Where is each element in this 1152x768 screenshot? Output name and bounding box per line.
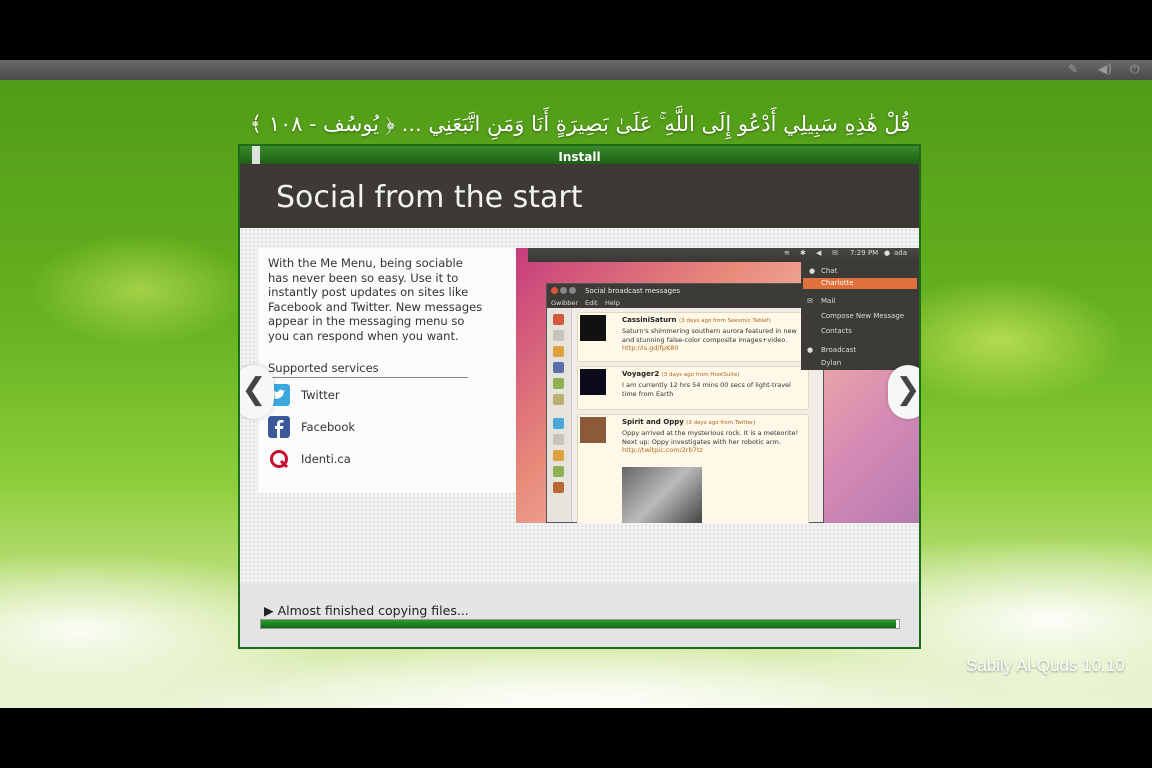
avatar bbox=[580, 369, 606, 395]
home-icon bbox=[553, 314, 564, 325]
menu-item-charlotte[interactable]: Charlotte bbox=[821, 278, 854, 289]
menu-gwibber: Gwibber bbox=[551, 299, 579, 307]
close-icon bbox=[551, 287, 558, 294]
avatar bbox=[580, 417, 606, 443]
message-author: Spirit and Oppy (3 days ago from Twitter… bbox=[622, 418, 756, 426]
menu-item-contacts[interactable]: Contacts bbox=[821, 326, 852, 337]
user-icon: ● bbox=[884, 249, 891, 257]
mail-icon: ✉ bbox=[832, 249, 838, 257]
bluetooth-icon: ✱ bbox=[800, 249, 806, 257]
minimize-icon bbox=[560, 287, 567, 294]
distro-brand: Sabily Al-Quds 10.10 bbox=[966, 656, 1125, 675]
mentions-icon bbox=[553, 434, 564, 445]
service-label: Twitter bbox=[301, 388, 340, 402]
message-body: I am currently 12 hrs 54 mins 00 secs of… bbox=[622, 381, 791, 398]
avatar bbox=[580, 315, 606, 341]
links-icon bbox=[553, 378, 564, 389]
search-icon bbox=[553, 394, 564, 405]
window-title: Install bbox=[558, 150, 601, 164]
gwibber-title: Social broadcast messages bbox=[585, 287, 681, 295]
message-item[interactable]: CassiniSaturn (3 days ago from Seesmic T… bbox=[577, 312, 809, 362]
network-icon[interactable]: ✎ bbox=[1068, 62, 1078, 76]
next-slide-button[interactable]: ❯ bbox=[888, 365, 919, 419]
maximize-icon bbox=[569, 287, 576, 294]
message-link[interactable]: http://twitpic.com/2rb7tz bbox=[622, 446, 703, 454]
feature-screenshot: ≋ ✱ ◀ ✉ 7:29 PM ● ada Social broadcast m… bbox=[516, 248, 919, 523]
expander-arrow-icon: ▶ bbox=[264, 603, 274, 618]
panel-clock: 7:29 PM bbox=[850, 249, 879, 257]
replies-icon bbox=[553, 346, 564, 357]
menu-item-chat[interactable]: Chat bbox=[821, 266, 837, 277]
progress-bar bbox=[260, 619, 900, 629]
message-body: Oppy arrived at the mysterious rock. It … bbox=[622, 429, 799, 454]
facebook-icon bbox=[268, 416, 290, 438]
broadcast-icon: ● bbox=[807, 346, 814, 354]
previous-slide-button[interactable]: ❮ bbox=[240, 365, 274, 419]
gwibber-sidebar bbox=[547, 308, 572, 522]
service-twitter: Twitter bbox=[268, 384, 468, 408]
service-facebook: Facebook bbox=[268, 416, 468, 440]
service-label: Facebook bbox=[301, 420, 356, 434]
images-icon bbox=[553, 362, 564, 373]
menu-item-mail[interactable]: Mail bbox=[821, 296, 835, 307]
identica-icon bbox=[270, 450, 289, 469]
mars-rock-image bbox=[622, 467, 702, 523]
window-titlebar[interactable]: Install bbox=[240, 146, 919, 164]
menu-help: Help bbox=[605, 299, 620, 307]
panel-user: ada bbox=[894, 249, 908, 257]
wifi-icon: ≋ bbox=[784, 249, 790, 257]
slide-title: Social from the start bbox=[276, 180, 583, 215]
service-identica: Identi.ca bbox=[268, 448, 468, 472]
service-label: Identi.ca bbox=[301, 452, 351, 466]
slide-description: With the Me Menu, being sociable has nev… bbox=[268, 256, 483, 343]
menu-item-dylan[interactable]: Dylan bbox=[821, 358, 841, 369]
titlebar-handle[interactable] bbox=[252, 146, 260, 164]
message-body: Saturn's shimmering southern aurora feat… bbox=[622, 327, 797, 352]
lists-icon bbox=[553, 466, 564, 477]
message-author: Voyager2 (3 days ago from HootSuite) bbox=[622, 370, 740, 378]
mail-icon: ✉ bbox=[807, 297, 813, 305]
me-menu: ● Chat Charlotte ✉ Mail Compose New Mess… bbox=[801, 262, 919, 370]
progress-expander[interactable]: ▶ Almost finished copying files... bbox=[264, 603, 469, 618]
top-panel: ✎ ◀) ⏻ bbox=[0, 60, 1152, 80]
message-link[interactable]: http://is.gd/fpK80 bbox=[622, 344, 679, 352]
progress-area: ▶ Almost finished copying files... bbox=[240, 583, 919, 647]
identica-icon bbox=[553, 482, 564, 493]
letterbox-top bbox=[0, 0, 1152, 60]
gwibber-window: Social broadcast messages Gwibber Edit H… bbox=[546, 283, 824, 523]
volume-icon: ◀ bbox=[816, 249, 822, 257]
power-icon[interactable]: ⏻ bbox=[1130, 62, 1140, 77]
slideshow-panel: With the Me Menu, being sociable has nev… bbox=[240, 228, 919, 583]
menu-edit: Edit bbox=[585, 299, 598, 307]
installer-window: Install Social from the start With the M… bbox=[238, 144, 921, 649]
gwibber-titlebar: Social broadcast messages bbox=[547, 284, 823, 298]
message-item[interactable]: Spirit and Oppy (3 days ago from Twitter… bbox=[577, 414, 809, 523]
messages-icon bbox=[553, 330, 564, 341]
message-item[interactable]: Voyager2 (3 days ago from HootSuite) I a… bbox=[577, 366, 809, 410]
chat-icon: ● bbox=[809, 267, 816, 275]
twitter-icon bbox=[553, 418, 564, 429]
letterbox-bottom bbox=[0, 708, 1152, 768]
slide-banner: Social from the start bbox=[240, 164, 919, 228]
services-heading: Supported services bbox=[268, 361, 468, 378]
progress-status: Almost finished copying files... bbox=[277, 603, 469, 618]
menu-item-broadcast[interactable]: Broadcast bbox=[821, 345, 856, 356]
gwibber-menubar: Gwibber Edit Help bbox=[547, 298, 823, 308]
quran-verse: قُلْ هَٰذِهِ سَبِيلِي أَدْعُو إِلَى اللَ… bbox=[249, 112, 911, 136]
volume-icon[interactable]: ◀) bbox=[1098, 62, 1112, 76]
private-icon bbox=[553, 450, 564, 461]
progress-fill bbox=[261, 620, 896, 628]
message-author: CassiniSaturn (3 days ago from Seesmic T… bbox=[622, 316, 771, 324]
screenshot-panel: ≋ ✱ ◀ ✉ 7:29 PM ● ada bbox=[528, 248, 919, 262]
menu-item-compose[interactable]: Compose New Message bbox=[821, 311, 904, 322]
